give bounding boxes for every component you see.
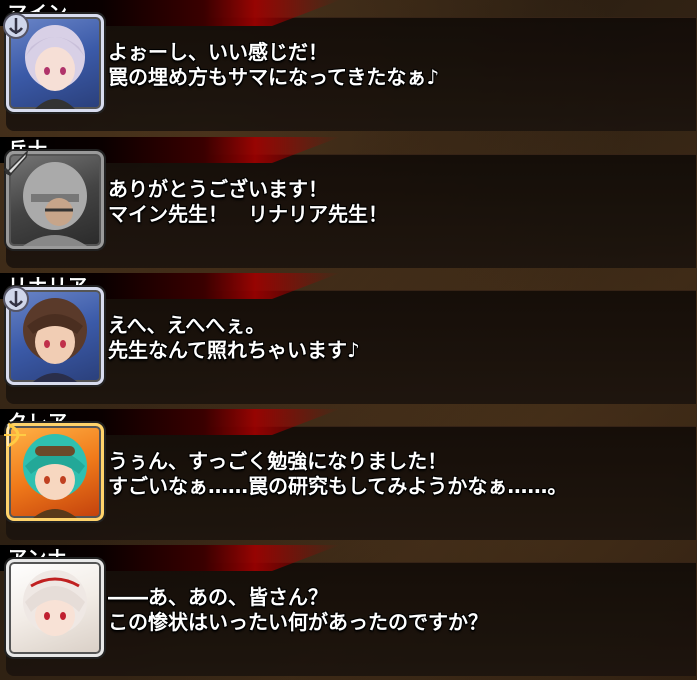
message-line-1: えへ、えへへぇ。 xyxy=(108,313,266,337)
dialogue-entry: 兵士 ありがとうございます！ マイン先生！ リナリア先生！ xyxy=(0,137,697,268)
message-line-2: 先生なんて照れちゃいます♪ xyxy=(108,338,360,362)
message-line-1: ありがとうございます！ xyxy=(108,177,328,201)
anchor-emblem-icon xyxy=(3,286,29,312)
anchor-emblem-icon xyxy=(3,13,29,39)
dialogue-entry: クレア うぅん、すっごく勉強になりました！ すごいなぁ……罠の研究もしてみようか… xyxy=(0,409,697,540)
message-text: ありがとうございます！ マイン先生！ リナリア先生！ xyxy=(108,177,388,227)
dialogue-entry: アンナ ――あ、あの、皆さん？ この惨状はいったい何があったのですか？ xyxy=(0,545,697,676)
sword-icon xyxy=(3,149,29,177)
message-line-2: マイン先生！ リナリア先生！ xyxy=(108,202,388,226)
dialogue-entry: リナリア えへ、えへへぇ。 先生なんて照れちゃいます♪ xyxy=(0,273,697,404)
dialogue-entry: マイン よぉーし、いい感じだ！ 罠の埋め方もサマになってきたなぁ♪ xyxy=(0,0,697,131)
message-text: よぉーし、いい感じだ！ 罠の埋め方もサマになってきたなぁ♪ xyxy=(108,40,439,90)
message-text: うぅん、すっごく勉強になりました！ すごいなぁ……罠の研究もしてみようかなぁ……… xyxy=(108,449,567,499)
portrait-art xyxy=(23,570,87,636)
message-line-2: 罠の埋め方もサマになってきたなぁ♪ xyxy=(108,65,440,89)
message-line-2: すごいなぁ……罠の研究もしてみようかなぁ……。 xyxy=(108,474,568,498)
message-line-1: よぉーし、いい感じだ！ xyxy=(108,40,328,64)
character-portrait xyxy=(6,559,104,657)
message-text: ――あ、あの、皆さん？ この惨状はいったい何があったのですか？ xyxy=(108,585,488,635)
message-line-2: この惨状はいったい何があったのですか？ xyxy=(108,610,488,634)
message-line-1: うぅん、すっごく勉強になりました！ xyxy=(108,449,448,473)
dialogue-log: マイン よぉーし、いい感じだ！ 罠の埋め方もサマになってきたなぁ♪ 兵士 ありが… xyxy=(0,0,697,680)
message-text: えへ、えへへぇ。 先生なんて照れちゃいます♪ xyxy=(108,313,360,363)
message-line-1: ――あ、あの、皆さん？ xyxy=(108,585,328,609)
bow-icon xyxy=(4,422,26,448)
